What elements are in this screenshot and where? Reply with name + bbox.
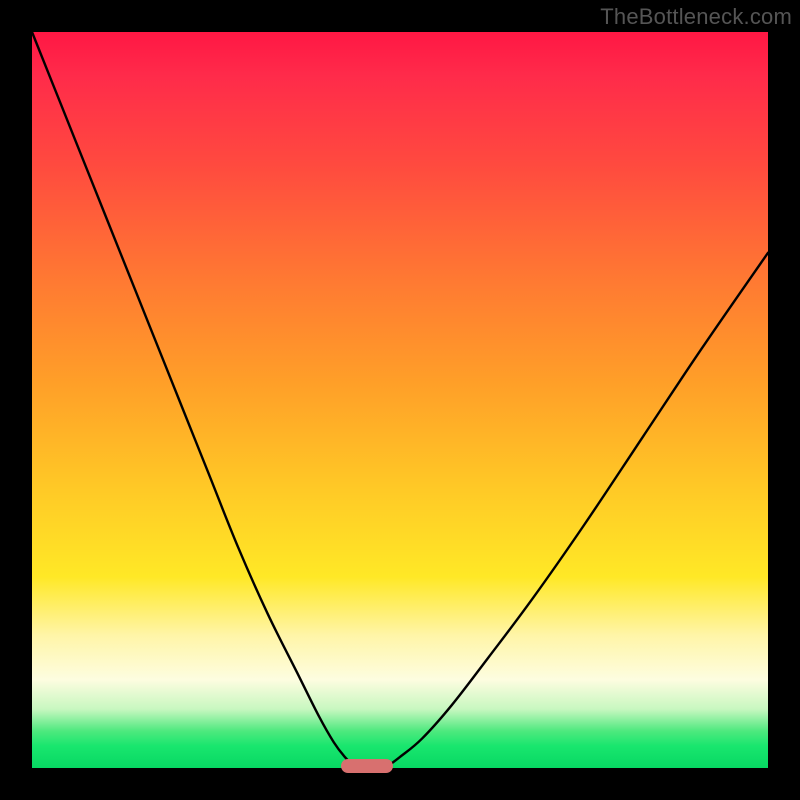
chart-frame: TheBottleneck.com (0, 0, 800, 800)
watermark-text: TheBottleneck.com (600, 4, 792, 30)
curve-right-branch (385, 253, 768, 768)
bottleneck-marker (341, 759, 393, 773)
plot-area (32, 32, 768, 768)
curve-left-branch (32, 32, 356, 768)
bottleneck-curve (32, 32, 768, 768)
